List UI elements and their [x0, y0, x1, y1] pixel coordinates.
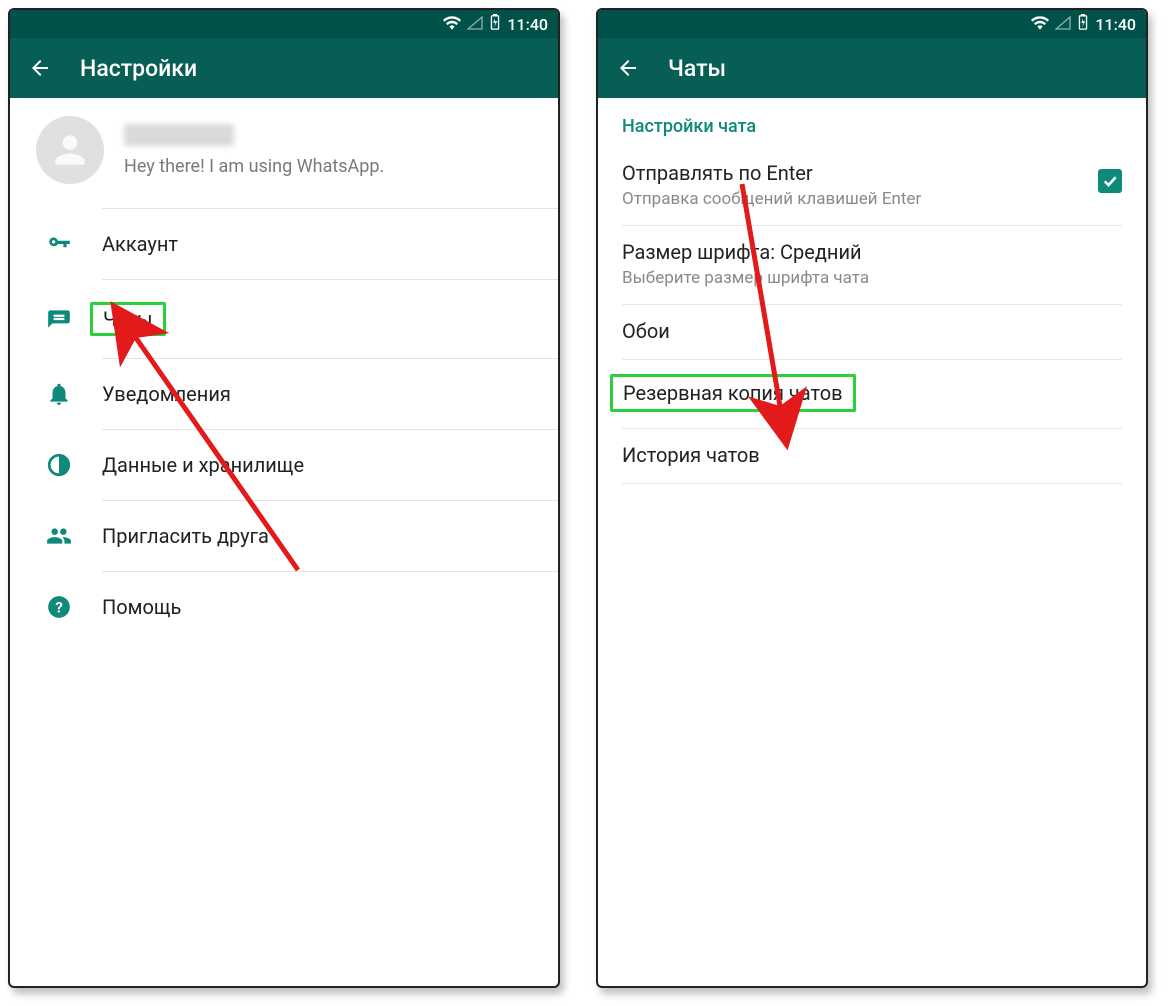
appbar-title: Чаты — [668, 55, 726, 82]
setting-backup[interactable]: Резервная копия чатов — [598, 360, 1146, 428]
chat-icon — [46, 306, 72, 332]
appbar-title: Настройки — [80, 55, 197, 82]
checkbox-checked[interactable] — [1098, 169, 1122, 193]
help-icon: ? — [46, 594, 72, 620]
setting-font-size[interactable]: Размер шрифта: Средний Выберите размер ш… — [598, 226, 1146, 304]
wifi-icon — [1031, 15, 1049, 34]
setting-title: Отправлять по Enter — [622, 161, 1122, 185]
svg-text:?: ? — [55, 598, 63, 616]
signal-icon — [1055, 15, 1071, 34]
profile-name-blurred — [124, 124, 234, 146]
menu-invite[interactable]: Пригласить друга — [10, 501, 558, 571]
divider — [622, 483, 1122, 484]
phone-right: 11:40 Чаты Настройки чата Отправлять по … — [596, 8, 1148, 988]
setting-title: История чатов — [622, 443, 1122, 467]
menu-label: Аккаунт — [102, 232, 178, 256]
setting-title: Обои — [622, 319, 1122, 343]
chats-settings-content: Настройки чата Отправлять по Enter Отпра… — [598, 98, 1146, 484]
battery-icon — [1077, 14, 1089, 34]
profile-status: Hey there! I am using WhatsApp. — [124, 156, 384, 177]
phone-left: 11:40 Настройки Hey there! I am using Wh… — [8, 8, 560, 988]
menu-notifications[interactable]: Уведомления — [10, 359, 558, 429]
appbar: Чаты — [598, 38, 1146, 98]
setting-history[interactable]: История чатов — [598, 429, 1146, 483]
back-icon[interactable] — [616, 56, 640, 80]
appbar: Настройки — [10, 38, 558, 98]
setting-title: Резервная копия чатов — [610, 374, 856, 412]
menu-label: Чаты — [90, 302, 166, 336]
menu-label: Данные и хранилище — [102, 453, 304, 477]
avatar — [36, 116, 104, 184]
section-header: Настройки чата — [598, 98, 1146, 147]
people-icon — [46, 523, 72, 549]
setting-wallpaper[interactable]: Обои — [598, 305, 1146, 359]
key-icon — [46, 231, 72, 257]
settings-content: Hey there! I am using WhatsApp. Аккаунт … — [10, 98, 558, 642]
data-icon — [46, 452, 72, 478]
menu-data[interactable]: Данные и хранилище — [10, 430, 558, 500]
menu-label: Уведомления — [102, 382, 231, 406]
status-time: 11:40 — [507, 15, 548, 34]
status-bar: 11:40 — [10, 10, 558, 38]
back-icon[interactable] — [28, 56, 52, 80]
setting-enter-send[interactable]: Отправлять по Enter Отправка сообщений к… — [598, 147, 1146, 225]
menu-chats[interactable]: Чаты — [10, 280, 558, 358]
wifi-icon — [443, 15, 461, 34]
battery-icon — [489, 14, 501, 34]
menu-help[interactable]: ? Помощь — [10, 572, 558, 642]
status-time: 11:40 — [1095, 15, 1136, 34]
profile-row[interactable]: Hey there! I am using WhatsApp. — [10, 98, 558, 208]
menu-label: Помощь — [102, 595, 181, 619]
signal-icon — [467, 15, 483, 34]
bell-icon — [46, 381, 72, 407]
setting-title: Размер шрифта: Средний — [622, 240, 1122, 264]
setting-subtitle: Выберите размер шрифта чата — [622, 268, 1122, 288]
status-bar: 11:40 — [598, 10, 1146, 38]
setting-subtitle: Отправка сообщений клавишей Enter — [622, 189, 1122, 209]
menu-account[interactable]: Аккаунт — [10, 209, 558, 279]
menu-label: Пригласить друга — [102, 524, 269, 548]
